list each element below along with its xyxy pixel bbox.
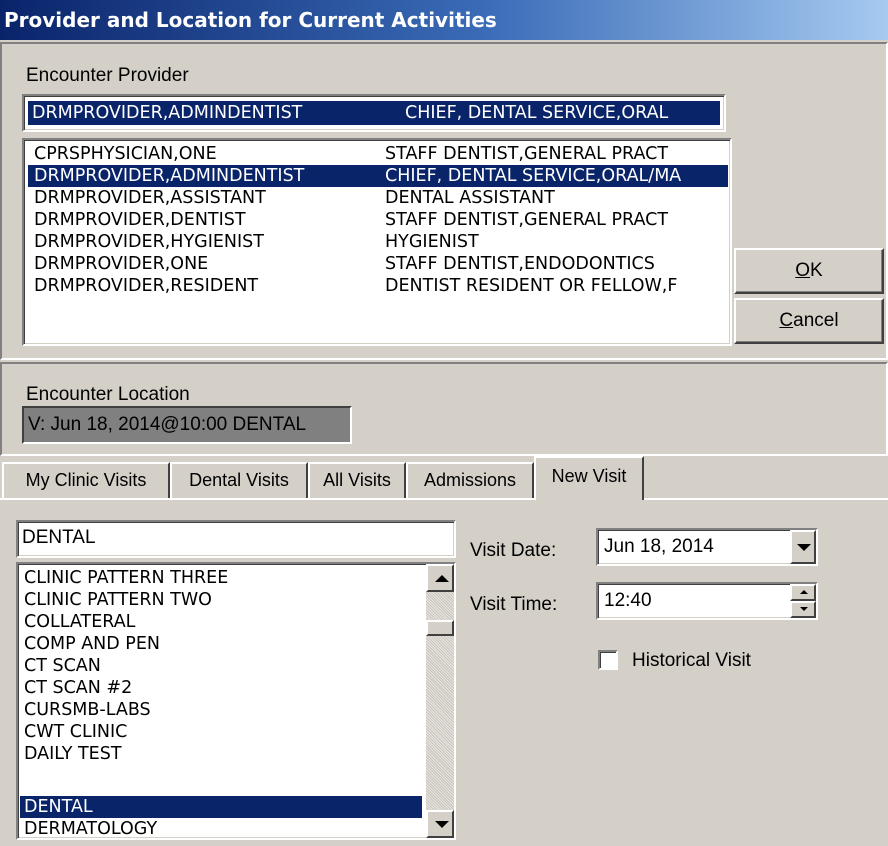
location-value: V: Jun 18, 2014@10:00 DENTAL bbox=[28, 414, 307, 435]
tab-my-clinic-visits[interactable]: My Clinic Visits bbox=[2, 462, 170, 498]
location-field: V: Jun 18, 2014@10:00 DENTAL bbox=[22, 406, 352, 444]
clinic-row[interactable]: CT SCAN bbox=[20, 655, 420, 677]
provider-row[interactable]: DRMPROVIDER,ONE STAFF DENTIST,ENDODONTICS bbox=[28, 253, 728, 275]
clinic-row[interactable]: CWT CLINIC bbox=[20, 721, 420, 743]
clinic-row[interactable]: DAILY TEST bbox=[20, 743, 420, 765]
provider-row[interactable]: CPRSPHYSICIAN,ONE STAFF DENTIST,GENERAL P… bbox=[28, 143, 728, 165]
provider-row[interactable]: DRMPROVIDER,HYGIENIST HYGIENIST bbox=[28, 231, 728, 253]
date-dropdown-button[interactable] bbox=[790, 530, 816, 564]
provider-row-selected[interactable]: DRMPROVIDER,ADMINDENTIST CHIEF, DENTAL SE… bbox=[28, 165, 728, 187]
location-label: Encounter Location bbox=[26, 384, 190, 405]
provider-selected-title: CHIEF, DENTAL SERVICE,ORAL bbox=[405, 103, 669, 123]
clinic-row[interactable]: CT SCAN #2 bbox=[20, 677, 420, 699]
visit-date-combo[interactable]: Jun 18, 2014 bbox=[596, 528, 818, 566]
clinic-row[interactable]: COLLATERAL bbox=[20, 611, 420, 633]
provider-row[interactable]: DRMPROVIDER,RESIDENT DENTIST RESIDENT OR … bbox=[28, 275, 728, 297]
tab-admissions[interactable]: Admissions bbox=[406, 462, 534, 498]
tab-new-visit[interactable]: New Visit bbox=[534, 456, 644, 500]
visit-date-label: Visit Date: bbox=[470, 540, 557, 561]
arrow-down-icon bbox=[435, 821, 449, 828]
provider-row[interactable]: DRMPROVIDER,ASSISTANT DENTAL ASSISTANT bbox=[28, 187, 728, 209]
scroll-thumb[interactable] bbox=[426, 620, 454, 636]
time-down-button[interactable] bbox=[790, 601, 816, 618]
clinic-search-input[interactable]: DENTAL bbox=[16, 520, 456, 558]
visit-time-spinner[interactable]: 12:40 bbox=[596, 582, 818, 620]
provider-row[interactable]: DRMPROVIDER,DENTIST STAFF DENTIST,GENERAL… bbox=[28, 209, 728, 231]
arrow-up-icon bbox=[435, 575, 449, 582]
arrow-up-icon bbox=[800, 590, 808, 594]
clinic-row[interactable]: COMP AND PEN bbox=[20, 633, 420, 655]
clinic-list[interactable]: CLINIC PATTERN THREE CLINIC PATTERN TWO … bbox=[16, 562, 456, 840]
provider-selected-field[interactable]: DRMPROVIDER,ADMINDENTIST CHIEF, DENTAL S… bbox=[22, 94, 726, 132]
title-bar[interactable]: Provider and Location for Current Activi… bbox=[0, 0, 888, 40]
window-title: Provider and Location for Current Activi… bbox=[4, 8, 497, 32]
clinic-row-selected[interactable]: DENTAL bbox=[20, 796, 422, 818]
clinic-row[interactable]: DERMATOLOGY bbox=[20, 818, 420, 838]
scroll-up-button[interactable] bbox=[426, 564, 454, 592]
visit-time-label: Visit Time: bbox=[470, 594, 558, 615]
chevron-down-icon bbox=[797, 544, 811, 551]
clinic-row[interactable]: CLINIC PATTERN TWO bbox=[20, 589, 420, 611]
time-up-button[interactable] bbox=[790, 584, 816, 601]
tab-dental-visits[interactable]: Dental Visits bbox=[170, 462, 308, 498]
provider-selected-name: DRMPROVIDER,ADMINDENTIST bbox=[32, 103, 303, 123]
clinic-list-scrollbar[interactable] bbox=[426, 564, 454, 838]
historical-visit-label[interactable]: Historical Visit bbox=[632, 650, 751, 672]
provider-label: Encounter Provider bbox=[26, 65, 189, 86]
scroll-down-button[interactable] bbox=[426, 810, 454, 838]
clinic-row[interactable]: CURSMB-LABS bbox=[20, 699, 420, 721]
historical-visit-checkbox[interactable] bbox=[598, 650, 618, 670]
ok-button[interactable]: OK bbox=[734, 248, 884, 294]
cancel-button[interactable]: Cancel bbox=[734, 298, 884, 344]
tab-all-visits[interactable]: All Visits bbox=[308, 462, 406, 498]
provider-list[interactable]: CPRSPHYSICIAN,ONE STAFF DENTIST,GENERAL P… bbox=[22, 138, 732, 346]
clinic-row[interactable]: CLINIC PATTERN THREE bbox=[20, 567, 420, 589]
arrow-down-icon bbox=[800, 607, 808, 611]
